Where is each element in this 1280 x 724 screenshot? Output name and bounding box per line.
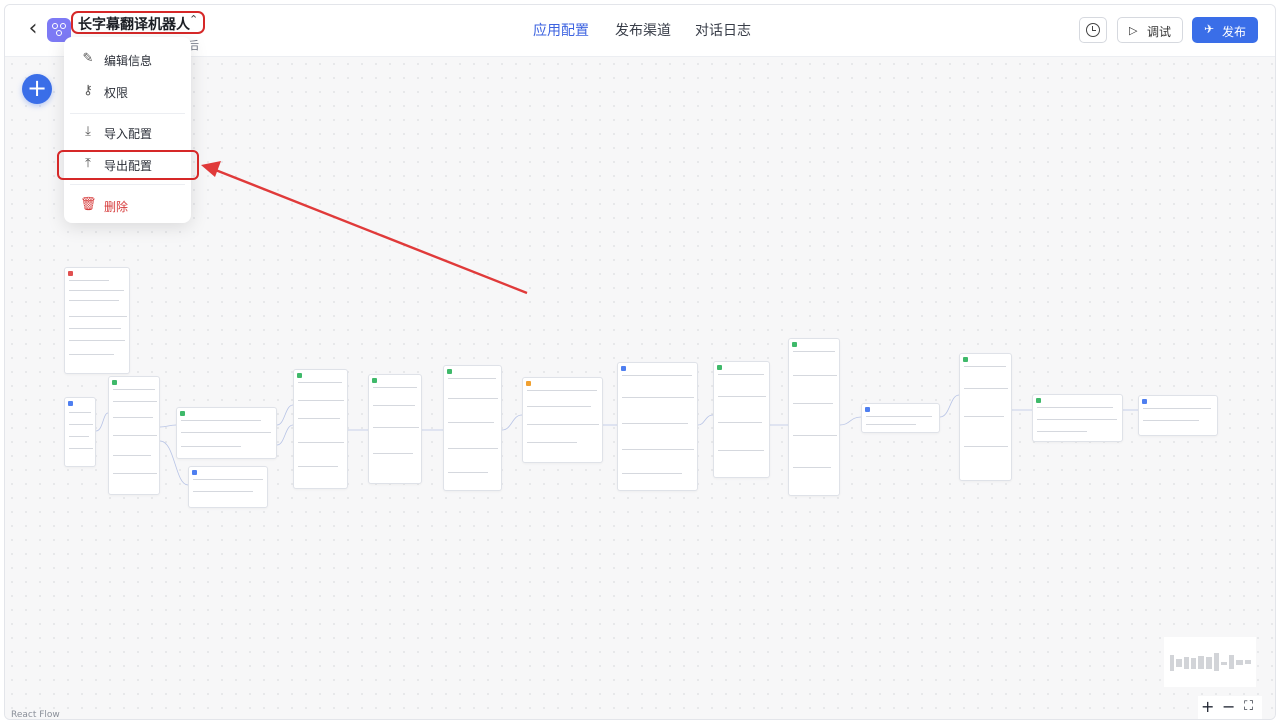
- zoom-controls: + − ⛶: [1198, 696, 1262, 719]
- back-arrow-icon[interactable]: ‹: [21, 18, 45, 42]
- flow-node[interactable]: [64, 267, 130, 374]
- edit-icon: ✎: [82, 51, 94, 66]
- debug-button[interactable]: ▷ 调试: [1117, 17, 1183, 43]
- menu-item-label: 删除: [104, 200, 129, 214]
- flow-node[interactable]: [1138, 395, 1218, 436]
- flow-node[interactable]: [443, 365, 502, 491]
- flow-node[interactable]: [959, 353, 1012, 481]
- menu-item-edit-info[interactable]: ✎ 编辑信息: [64, 46, 191, 74]
- key-icon: ⚷: [83, 83, 93, 98]
- menu-item-import-config[interactable]: ⤓ 导入配置: [64, 119, 191, 147]
- menu-item-permissions[interactable]: ⚷ 权限: [64, 78, 191, 106]
- flow-node[interactable]: [522, 377, 603, 463]
- app-title: 长字幕翻译机器人: [78, 17, 190, 33]
- react-flow-attribution[interactable]: React Flow: [11, 710, 60, 719]
- add-node-button[interactable]: +: [22, 74, 52, 104]
- menu-divider: [70, 113, 185, 114]
- flow-node[interactable]: [108, 376, 160, 495]
- tab-chat-logs[interactable]: 对话日志: [695, 20, 751, 40]
- debug-label: 调试: [1147, 25, 1172, 39]
- rocket-icon: ✈: [1204, 22, 1215, 36]
- app-window: ‹ 长字幕翻译机器人 ⌃ 后 应用配置 发布渠道 对话日志 ▷ 调试 ✈ 发布 …: [4, 4, 1276, 720]
- clock-icon: [1086, 23, 1100, 37]
- flow-node[interactable]: [64, 397, 96, 467]
- menu-item-delete[interactable]: 🗑 删除: [64, 192, 191, 220]
- app-menu-dropdown: ✎ 编辑信息 ⚷ 权限 ⤓ 导入配置 ⤒ 导出配置 🗑 删除: [64, 37, 191, 223]
- menu-item-label: 编辑信息: [104, 54, 153, 68]
- flow-node[interactable]: [176, 407, 277, 459]
- minimap[interactable]: [1164, 637, 1256, 687]
- tab-app-config[interactable]: 应用配置: [533, 20, 589, 40]
- flow-node[interactable]: [293, 369, 348, 489]
- import-icon: ⤓: [85, 124, 91, 139]
- fit-view-icon[interactable]: ⛶: [1244, 699, 1253, 714]
- top-header: ‹ 长字幕翻译机器人 ⌃ 后 应用配置 发布渠道 对话日志 ▷ 调试 ✈ 发布: [5, 5, 1275, 57]
- zoom-out-button[interactable]: −: [1222, 697, 1235, 716]
- menu-item-label: 导入配置: [104, 127, 153, 141]
- trash-icon: 🗑: [80, 197, 97, 212]
- menu-divider: [70, 184, 185, 185]
- flow-node[interactable]: [788, 338, 840, 496]
- caret-updown-icon: ⌃: [189, 13, 199, 26]
- flow-node[interactable]: [188, 466, 268, 508]
- publish-button[interactable]: ✈ 发布: [1192, 17, 1258, 43]
- flow-node[interactable]: [368, 374, 422, 484]
- tab-publish-channel[interactable]: 发布渠道: [615, 20, 671, 40]
- flow-node[interactable]: [1032, 394, 1123, 442]
- zoom-in-button[interactable]: +: [1201, 697, 1214, 716]
- flow-node[interactable]: [861, 403, 940, 433]
- export-highlight-box: [57, 150, 199, 180]
- flow-node[interactable]: [713, 361, 770, 478]
- menu-item-label: 权限: [104, 86, 129, 100]
- annotation-arrow: [201, 161, 528, 295]
- flow-node[interactable]: [617, 362, 698, 491]
- play-icon: ▷: [1129, 24, 1138, 37]
- publish-label: 发布: [1222, 25, 1247, 39]
- app-title-selector[interactable]: 长字幕翻译机器人 ⌃: [71, 11, 205, 34]
- history-button[interactable]: [1079, 17, 1107, 43]
